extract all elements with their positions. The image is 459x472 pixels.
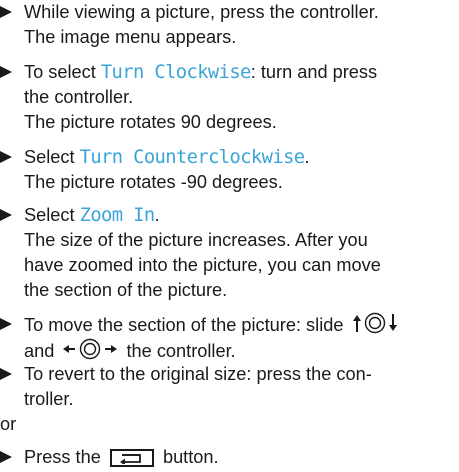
step-text: the controller.	[126, 341, 236, 361]
triangle-bullet-icon	[0, 368, 12, 380]
step-text: troller.	[24, 389, 74, 409]
step-text: : turn and press	[250, 62, 378, 82]
step-move-section: To move the section of the picture: slid…	[0, 312, 455, 364]
step-text: While viewing a picture, press the contr…	[24, 2, 379, 22]
step-zoom-in: Select Zoom In. The size of the picture …	[0, 203, 455, 303]
triangle-bullet-icon	[0, 209, 12, 221]
step-text: Select	[24, 147, 80, 167]
triangle-bullet-icon	[0, 6, 12, 18]
step-result: The picture rotates 90 degrees.	[24, 112, 277, 132]
step-result: the section of the picture.	[24, 280, 228, 300]
triangle-bullet-icon	[0, 451, 12, 463]
step-turn-clockwise: To select Turn Clockwise: turn and press…	[0, 60, 455, 135]
step-text: To move the section of the picture: slid…	[24, 315, 344, 335]
back-button-icon	[109, 449, 154, 467]
step-result: The image menu appears.	[24, 27, 237, 47]
instruction-page: While viewing a picture, press the contr…	[0, 0, 459, 472]
menu-item-turn-counterclockwise: Turn Counterclockwise	[79, 147, 305, 168]
or-separator: or	[0, 414, 17, 434]
step-text: and	[24, 341, 55, 361]
step-text: To revert to the original size: press th…	[24, 364, 372, 384]
step-turn-counterclockwise: Select Turn Counterclockwise. The pictur…	[0, 145, 455, 195]
step-result: have zoomed into the picture, you can mo…	[24, 255, 381, 275]
triangle-bullet-icon	[0, 66, 12, 78]
step-text: Select	[24, 205, 80, 225]
menu-item-zoom-in: Zoom In	[79, 205, 156, 226]
triangle-bullet-icon	[0, 318, 12, 330]
step-result: The picture rotates -90 degrees.	[24, 172, 283, 192]
step-text: .	[304, 147, 310, 167]
controller-slide-up-down-icon	[352, 312, 397, 334]
step-revert-size: To revert to the original size: press th…	[0, 362, 455, 412]
step-text: the controller.	[24, 87, 134, 107]
menu-item-turn-clockwise: Turn Clockwise	[100, 62, 252, 83]
step-result: The size of the picture increases. After…	[24, 230, 368, 250]
step-text: .	[154, 205, 160, 225]
step-text: button.	[162, 447, 219, 467]
step-press-back-button: Press the button.	[0, 445, 455, 470]
triangle-bullet-icon	[0, 151, 12, 163]
step-text: Press the	[24, 447, 101, 467]
step-text: To select	[24, 62, 101, 82]
step-view-picture: While viewing a picture, press the contr…	[0, 0, 455, 50]
controller-slide-left-right-icon	[63, 338, 118, 360]
